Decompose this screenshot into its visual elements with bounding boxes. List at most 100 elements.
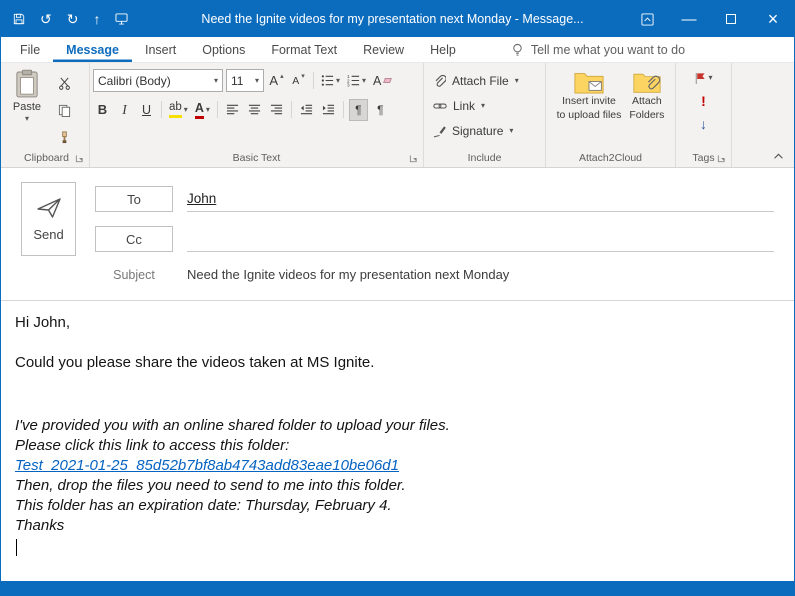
link-button[interactable]: Link ▾: [433, 95, 542, 117]
high-importance-button[interactable]: !: [694, 91, 713, 111]
ltr-direction-button[interactable]: ¶: [348, 98, 368, 121]
dropdown-arrow-icon: ▾: [481, 101, 486, 110]
highlight-button[interactable]: ab ▾: [167, 99, 190, 121]
quick-access-toolbar: ↺ ↻ ↑: [1, 12, 128, 26]
format-painter-button[interactable]: [55, 126, 74, 148]
shrink-font-glyph: A: [292, 74, 300, 87]
dropdown-arrow-icon: ▾: [213, 75, 218, 85]
attach-folders-button[interactable]: Attach Folders: [626, 68, 667, 148]
include-group-label: Include: [467, 151, 502, 164]
cc-button[interactable]: Cc: [95, 226, 173, 252]
maximize-button[interactable]: [710, 1, 752, 37]
up-arrow-icon[interactable]: ↑: [93, 12, 100, 26]
status-bar: [1, 581, 794, 595]
clipboard-dialog-launcher[interactable]: [75, 154, 84, 163]
tags-dialog-launcher[interactable]: [717, 154, 726, 163]
clear-formatting-button[interactable]: A: [371, 70, 393, 92]
follow-up-button[interactable]: ▾: [692, 68, 714, 88]
insert-invite-label-1: Insert invite: [562, 95, 616, 107]
separator: [216, 101, 218, 118]
redo-icon[interactable]: ↻: [67, 12, 79, 26]
tab-message[interactable]: Message: [53, 37, 132, 62]
cut-button[interactable]: [55, 72, 74, 94]
copy-button[interactable]: [55, 99, 74, 121]
send-label: Send: [33, 227, 64, 242]
attach-file-button[interactable]: Attach File ▾: [433, 70, 542, 92]
grow-font-glyph: A: [269, 73, 279, 88]
paper-plane-icon: [36, 196, 62, 220]
send-button[interactable]: Send: [21, 182, 76, 256]
italic-button[interactable]: I: [115, 99, 134, 121]
tab-options[interactable]: Options: [189, 37, 258, 62]
subject-field[interactable]: Need the Ignite videos for my presentati…: [187, 267, 509, 282]
font-size-select[interactable]: 11 ▾: [226, 69, 264, 92]
numbering-button[interactable]: 123 ▾: [345, 70, 368, 92]
tab-file[interactable]: File: [7, 37, 53, 62]
dropdown-arrow-icon: ▾: [183, 104, 188, 114]
align-center-button[interactable]: [245, 99, 264, 121]
dropdown-arrow-icon: ▾: [24, 114, 29, 123]
tab-insert[interactable]: Insert: [132, 37, 189, 62]
tab-review[interactable]: Review: [350, 37, 417, 62]
collapse-ribbon-button[interactable]: [773, 153, 784, 160]
greeting-line: Hi John,: [15, 314, 71, 331]
basic-text-dialog-launcher[interactable]: [409, 154, 418, 163]
ribbon-group-tags: ▾ ! ↓ Tags: [676, 63, 732, 167]
tab-format-text[interactable]: Format Text: [258, 37, 350, 62]
undo-icon[interactable]: ↺: [40, 12, 52, 26]
font-name-select[interactable]: Calibri (Body) ▾: [93, 69, 223, 92]
folder-envelope-icon: [574, 70, 604, 94]
bullets-button[interactable]: ▾: [319, 70, 342, 92]
decrease-indent-button[interactable]: [297, 99, 316, 121]
increase-indent-button[interactable]: [319, 99, 338, 121]
link-icon: [433, 101, 447, 111]
ribbon-tab-bar: File Message Insert Options Format Text …: [1, 37, 794, 63]
shared-folder-link[interactable]: Test_2021-01-25_85d52b7bf8ab4743add83eae…: [15, 457, 399, 474]
insert-invite-button[interactable]: Insert invite to upload files: [554, 68, 625, 148]
tell-me-box[interactable]: Tell me what you want to do: [511, 37, 685, 62]
bold-button[interactable]: B: [93, 99, 112, 121]
paragraph-marks-button[interactable]: ¶: [371, 99, 390, 121]
folder-paperclip-icon: [633, 70, 661, 94]
cc-field[interactable]: [187, 226, 774, 252]
font-color-button[interactable]: A ▾: [193, 99, 212, 121]
close-button[interactable]: ×: [752, 1, 794, 37]
dropdown-arrow-icon: ▾: [514, 76, 519, 85]
text-caret: [16, 539, 17, 556]
ribbon-display-options-button[interactable]: [626, 1, 668, 37]
insert-invite-label-2: to upload files: [556, 109, 622, 122]
tags-group-label: Tags: [692, 151, 715, 164]
paste-button[interactable]: Paste ▾: [7, 66, 47, 148]
ribbon-group-attach2cloud: Insert invite to upload files Attach Fol…: [546, 63, 676, 167]
grow-font-button[interactable]: A ▴: [267, 70, 286, 92]
separator: [342, 101, 344, 118]
clipboard-icon: [15, 69, 39, 99]
underline-button[interactable]: U: [137, 99, 156, 121]
tab-help[interactable]: Help: [417, 37, 469, 62]
align-right-button[interactable]: [267, 99, 286, 121]
shared-folder-block: I've provided you with an online shared …: [15, 416, 778, 536]
touch-mode-icon[interactable]: [115, 13, 128, 25]
to-field[interactable]: John: [187, 186, 774, 212]
drop-files-line: Then, drop the files you need to send to…: [15, 477, 406, 494]
save-icon[interactable]: [13, 13, 25, 25]
signature-button[interactable]: Signature ▾: [433, 120, 542, 142]
attach-folders-label-1: Attach: [632, 95, 662, 107]
shrink-font-button[interactable]: A ▾: [289, 70, 308, 92]
minimize-button[interactable]: —: [668, 1, 710, 37]
paperclip-icon: [433, 74, 446, 88]
ribbon-group-include: Attach File ▾ Link ▾ Signature ▾ Include: [424, 63, 546, 167]
click-link-line: Please click this link to access this fo…: [15, 437, 290, 454]
separator: [161, 101, 162, 118]
message-body-editor[interactable]: Hi John, Could you please share the vide…: [1, 301, 794, 581]
tell-me-label: Tell me what you want to do: [530, 42, 686, 57]
signature-pen-icon: [433, 125, 446, 138]
to-button[interactable]: To: [95, 186, 173, 212]
low-importance-button[interactable]: ↓: [694, 114, 713, 134]
align-left-button[interactable]: [223, 99, 242, 121]
flag-icon: [694, 72, 706, 85]
folder-link-line: Test_2021-01-25_85d52b7bf8ab4743add83eae…: [15, 456, 778, 476]
recipient-chip[interactable]: John: [187, 191, 216, 206]
expiration-line: This folder has an expiration date: Thur…: [15, 497, 392, 514]
dropdown-arrow-icon: ▾: [336, 75, 341, 85]
